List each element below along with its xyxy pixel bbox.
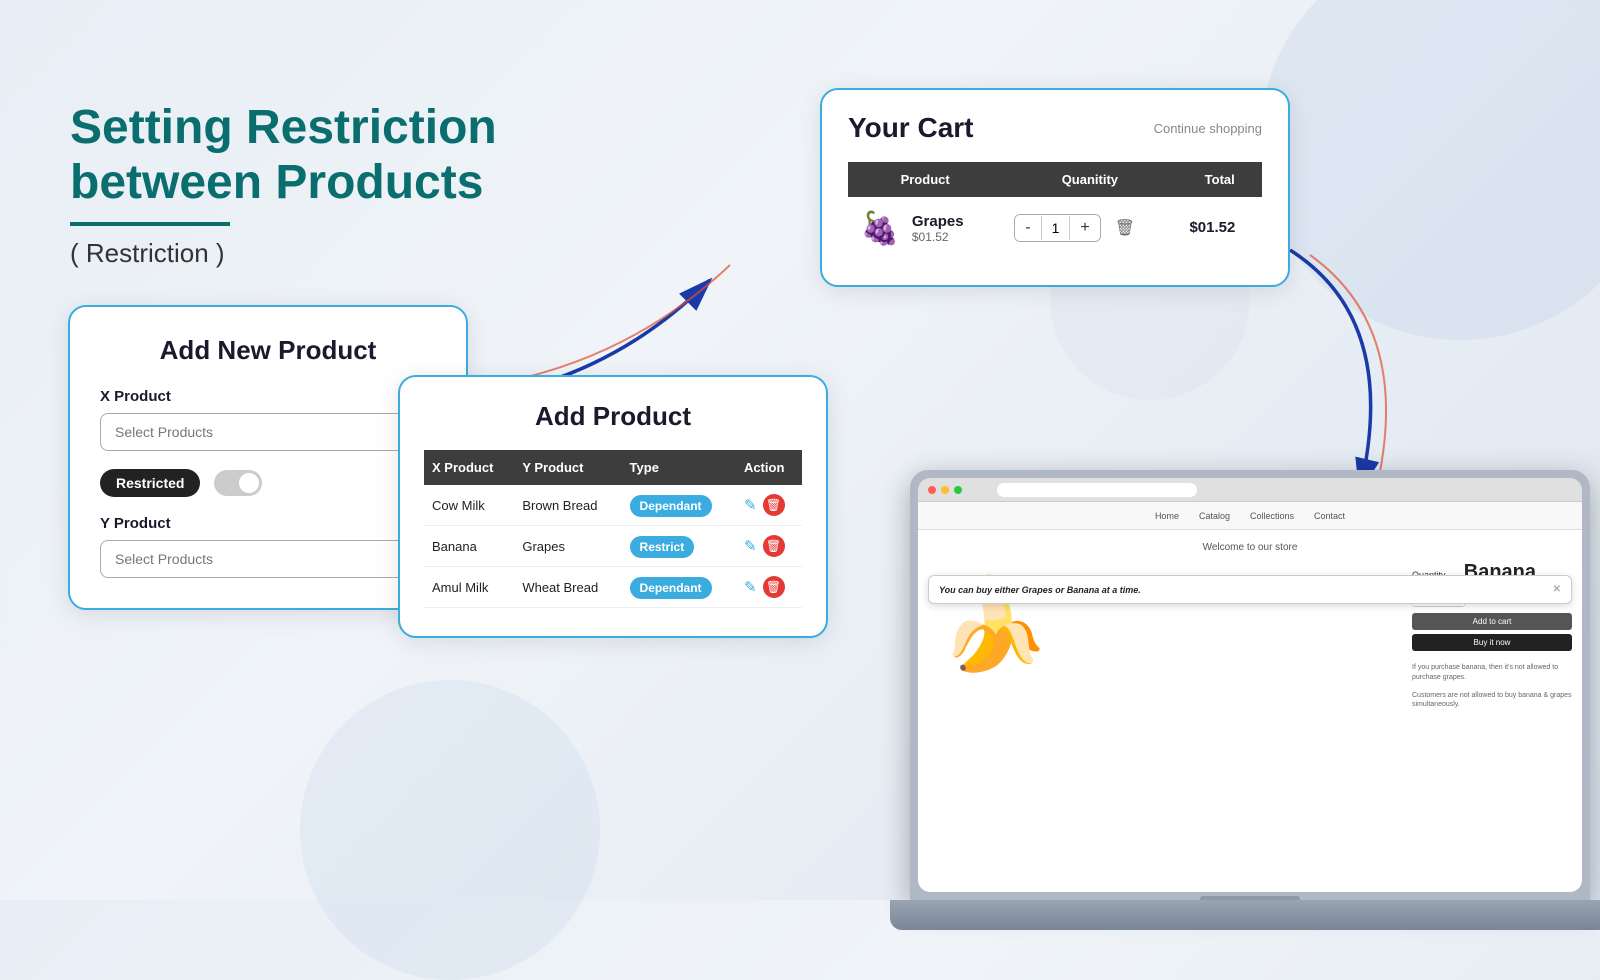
delete-icon[interactable]: 🗑 — [763, 535, 785, 557]
laptop-screen-frame: Home Catalog Collections Contact Welcome… — [918, 478, 1582, 892]
laptop-mockup: Home Catalog Collections Contact Welcome… — [870, 370, 1600, 930]
bg-decoration-2 — [300, 680, 600, 980]
laptop-popup: You can buy either Grapes or Banana at a… — [928, 575, 1572, 604]
y-product-placeholder: Select Products — [115, 551, 213, 567]
cell-action: ✎ 🗑 — [736, 567, 802, 608]
col-type: Type — [622, 450, 736, 485]
cell-y-product: Grapes — [514, 526, 621, 567]
cart-col-total: Total — [1177, 162, 1262, 197]
x-product-select[interactable]: Select Products ⌄ — [100, 413, 436, 451]
laptop-nav-bar: Home Catalog Collections Contact — [918, 502, 1582, 530]
nav-catalog[interactable]: Catalog — [1199, 511, 1230, 521]
y-product-select[interactable]: Select Products — [100, 540, 436, 578]
cell-x-product: Cow Milk — [424, 485, 514, 526]
restricted-label: Restricted — [100, 469, 200, 497]
cart-product-price: $01.52 — [912, 230, 964, 244]
heading-divider — [70, 222, 230, 226]
qty-delete-icon[interactable]: 🗑 — [1115, 218, 1135, 238]
x-product-placeholder: Select Products — [115, 424, 213, 440]
nav-contact[interactable]: Contact — [1314, 511, 1345, 521]
cell-action: ✎ 🗑 — [736, 526, 802, 567]
add-new-product-title: Add New Product — [100, 335, 436, 366]
table-row: Banana Grapes Restrict ✎ 🗑 — [424, 526, 802, 567]
restricted-toggle[interactable] — [214, 470, 262, 496]
address-bar[interactable] — [997, 483, 1197, 497]
action-icons: ✎ 🗑 — [744, 535, 794, 557]
x-product-label: X Product — [100, 388, 436, 405]
cell-type: Dependant — [622, 567, 736, 608]
edit-icon[interactable]: ✎ — [744, 578, 757, 596]
cart-product-info: 🍇 Grapes $01.52 — [860, 209, 990, 247]
cell-type: Dependant — [622, 485, 736, 526]
popup-text: You can buy either Grapes or Banana at a… — [939, 585, 1141, 595]
qty-plus-button[interactable]: + — [1070, 215, 1099, 241]
laptop-base — [890, 900, 1600, 930]
qty-minus-button[interactable]: - — [1015, 215, 1040, 241]
col-x-product: X Product — [424, 450, 514, 485]
badge-restrict: Restrict — [630, 536, 695, 558]
y-product-label: Y Product — [100, 515, 436, 532]
laptop-top-bar — [918, 478, 1582, 502]
laptop-note-2: Customers are not allowed to buy banana … — [1412, 691, 1572, 711]
laptop-body: Home Catalog Collections Contact Welcome… — [910, 470, 1590, 900]
nav-collections[interactable]: Collections — [1250, 511, 1294, 521]
popup-close-icon[interactable]: ✕ — [1553, 584, 1561, 595]
cart-table: Product Quanitity Total 🍇 Grapes $01.52 — [848, 162, 1262, 259]
action-icons: ✎ 🗑 — [744, 576, 794, 598]
action-icons: ✎ 🗑 — [744, 494, 794, 516]
dot-red — [928, 486, 936, 494]
cart-total-value: $01.52 — [1189, 219, 1235, 236]
cell-x-product: Amul Milk — [424, 567, 514, 608]
main-heading-section: Setting Restriction between Products ( R… — [70, 100, 497, 269]
table-row: Amul Milk Wheat Bread Dependant ✎ 🗑 — [424, 567, 802, 608]
bg-decoration-1 — [1260, 0, 1600, 340]
cart-product-name: Grapes — [912, 213, 964, 230]
cart-col-quantity: Quanitity — [1002, 162, 1177, 197]
laptop-screen-content: Home Catalog Collections Contact Welcome… — [918, 478, 1582, 892]
cart-product-cell: 🍇 Grapes $01.52 — [848, 197, 1002, 259]
quantity-stepper: - 1 + — [1014, 214, 1100, 242]
col-action: Action — [736, 450, 802, 485]
cell-action: ✎ 🗑 — [736, 485, 802, 526]
cart-title: Your Cart — [848, 112, 974, 144]
cart-product-details: Grapes $01.52 — [912, 213, 964, 244]
laptop-page-content: Welcome to our store You can buy either … — [918, 530, 1582, 892]
page-title: Setting Restriction between Products — [70, 100, 497, 210]
cell-type: Restrict — [622, 526, 736, 567]
cart-row: 🍇 Grapes $01.52 - 1 + 🗑 — [848, 197, 1262, 259]
edit-icon[interactable]: ✎ — [744, 537, 757, 555]
product-table: X Product Y Product Type Action Cow Milk… — [424, 450, 802, 608]
table-row: Cow Milk Brown Bread Dependant ✎ 🗑 — [424, 485, 802, 526]
cell-y-product: Wheat Bread — [514, 567, 621, 608]
badge-dependant: Dependant — [630, 577, 712, 599]
quantity-control-wrapper: - 1 + 🗑 — [1014, 214, 1165, 242]
grapes-icon: 🍇 — [860, 209, 900, 247]
qty-value: 1 — [1041, 216, 1071, 240]
cart-quantity-cell: - 1 + 🗑 — [1002, 197, 1177, 259]
cart-col-product: Product — [848, 162, 1002, 197]
cart-header: Your Cart Continue shopping — [848, 112, 1262, 144]
delete-icon[interactable]: 🗑 — [763, 576, 785, 598]
nav-home[interactable]: Home — [1155, 511, 1179, 521]
laptop-buy-now-button[interactable]: Buy it now — [1412, 634, 1572, 651]
edit-icon[interactable]: ✎ — [744, 496, 757, 514]
page-subtitle: ( Restriction ) — [70, 238, 497, 269]
add-product-title: Add Product — [424, 401, 802, 432]
cell-x-product: Banana — [424, 526, 514, 567]
dot-yellow — [941, 486, 949, 494]
delete-icon[interactable]: 🗑 — [763, 494, 785, 516]
laptop-welcome-text: Welcome to our store — [934, 542, 1566, 553]
cell-y-product: Brown Bread — [514, 485, 621, 526]
col-y-product: Y Product — [514, 450, 621, 485]
add-product-card: Add Product X Product Y Product Type Act… — [398, 375, 828, 638]
restricted-row: Restricted — [100, 469, 436, 497]
cart-total-cell: $01.52 — [1177, 197, 1262, 259]
dot-green — [954, 486, 962, 494]
laptop-add-to-cart-button[interactable]: Add to cart — [1412, 613, 1572, 630]
cart-card: Your Cart Continue shopping Product Quan… — [820, 88, 1290, 287]
badge-dependant: Dependant — [630, 495, 712, 517]
continue-shopping-link[interactable]: Continue shopping — [1154, 121, 1262, 136]
laptop-note-1: If you purchase banana, then it's not al… — [1412, 663, 1572, 683]
